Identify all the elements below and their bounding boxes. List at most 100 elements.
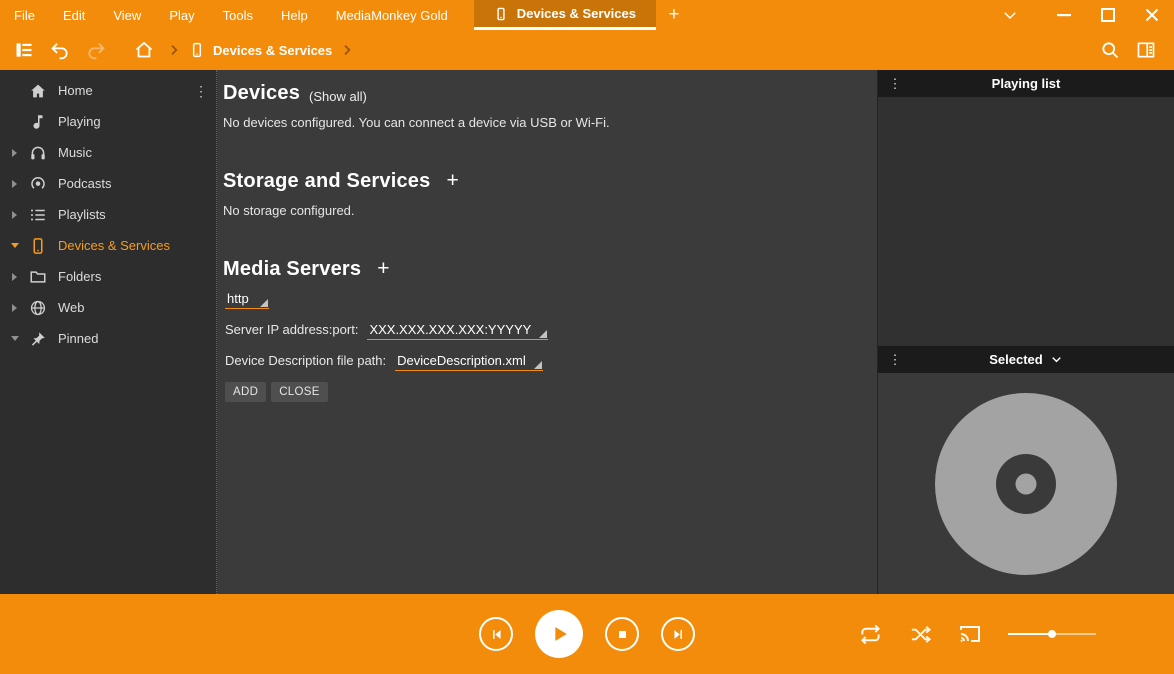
menu-help[interactable]: Help — [267, 0, 322, 30]
storage-empty-text: No storage configured. — [223, 203, 853, 218]
selected-menu-button[interactable]: ⋮ — [878, 353, 912, 366]
home-icon — [28, 81, 48, 101]
sidebar: Home ⋮ Playing Music — [0, 70, 217, 594]
menu-edit[interactable]: Edit — [49, 0, 99, 30]
server-ip-input[interactable]: XXX.XXX.XXX.XXX:YYYYY — [367, 322, 548, 340]
right-panel: ⋮ Playing list ⋮ Selected — [877, 70, 1174, 594]
chevron-right-icon[interactable] — [339, 42, 355, 58]
close-button[interactable] — [1130, 0, 1174, 30]
stop-icon — [616, 628, 629, 641]
menu-play[interactable]: Play — [155, 0, 208, 30]
play-button[interactable] — [535, 610, 583, 658]
add-button[interactable]: ADD — [225, 382, 266, 402]
home-button[interactable] — [128, 34, 160, 66]
sidebar-item-devices-services[interactable]: Devices & Services — [0, 230, 216, 261]
expand-arrow-icon — [12, 273, 17, 281]
globe-icon — [28, 298, 48, 318]
new-tab-button[interactable]: + — [656, 0, 692, 30]
pin-icon — [28, 329, 48, 349]
dropdown-arrow-icon — [260, 299, 268, 307]
protocol-select[interactable]: http — [225, 291, 269, 309]
sidebar-item-web[interactable]: Web — [0, 292, 216, 323]
undo-button[interactable] — [44, 34, 76, 66]
playing-list-body[interactable] — [878, 97, 1174, 346]
sidebar-item-playing[interactable]: Playing — [0, 106, 216, 137]
previous-track-button[interactable] — [479, 617, 513, 651]
cast-button[interactable] — [958, 622, 982, 646]
shuffle-button[interactable] — [908, 622, 932, 646]
playing-list-header: ⋮ Playing list — [878, 70, 1174, 97]
sidebar-item-folders[interactable]: Folders — [0, 261, 216, 292]
music-note-icon — [28, 112, 48, 132]
sidebar-item-home[interactable]: Home ⋮ — [0, 75, 216, 106]
chevron-down-icon — [1050, 353, 1063, 366]
show-all-link[interactable]: (Show all) — [309, 89, 367, 104]
chevron-right-icon — [166, 42, 182, 58]
selected-title-group[interactable]: Selected — [878, 352, 1174, 367]
playback-options — [858, 622, 1096, 646]
storage-section: Storage and Services + No storage config… — [223, 170, 853, 218]
folder-icon — [28, 267, 48, 287]
menu-tools[interactable]: Tools — [209, 0, 267, 30]
sidebar-item-music[interactable]: Music — [0, 137, 216, 168]
description-path-input[interactable]: DeviceDescription.xml — [395, 353, 543, 371]
close-button[interactable]: CLOSE — [271, 382, 328, 402]
minimize-button[interactable] — [1042, 0, 1086, 30]
device-icon — [494, 7, 508, 21]
minimize-icon — [1056, 7, 1072, 23]
selected-title: Selected — [989, 352, 1042, 367]
tab-label: Devices & Services — [517, 6, 636, 21]
tab-devices-services[interactable]: Devices & Services — [474, 0, 656, 30]
sidebar-item-playlists[interactable]: Playlists — [0, 199, 216, 230]
maximize-button[interactable] — [1086, 0, 1130, 30]
titlebar-controls — [988, 0, 1174, 30]
add-storage-button[interactable]: + — [446, 170, 458, 191]
dropdown-arrow-icon — [539, 330, 547, 338]
redo-button[interactable] — [80, 34, 112, 66]
player-bar — [0, 594, 1174, 674]
dropdown-arrow-icon — [534, 361, 542, 369]
layout-panels-icon — [1136, 40, 1156, 60]
repeat-icon — [859, 623, 882, 646]
next-track-button[interactable] — [661, 617, 695, 651]
playlist-icon — [28, 205, 48, 225]
add-media-server-button[interactable]: + — [377, 258, 389, 279]
media-servers-title: Media Servers — [223, 258, 361, 281]
media-servers-section: Media Servers + http Server IP address:p… — [223, 258, 853, 402]
sidebar-item-podcasts[interactable]: Podcasts — [0, 168, 216, 199]
node-options-button[interactable]: ⋮ — [194, 84, 208, 98]
volume-slider[interactable] — [1008, 629, 1096, 639]
sidebar-toggle-button[interactable] — [8, 34, 40, 66]
search-icon — [1100, 40, 1120, 60]
headphones-icon — [28, 143, 48, 163]
redo-icon — [86, 40, 106, 60]
collapse-arrow-icon — [11, 243, 19, 248]
repeat-button[interactable] — [858, 622, 882, 646]
mediamonkey-window: File Edit View Play Tools Help MediaMonk… — [0, 0, 1174, 674]
layout-panels-button[interactable] — [1130, 34, 1162, 66]
main-view: Devices (Show all) No devices configured… — [217, 70, 877, 594]
tab-list-button[interactable] — [988, 0, 1032, 30]
volume-track-empty — [1052, 633, 1096, 635]
shuffle-icon — [909, 623, 932, 646]
description-path-value: DeviceDescription.xml — [397, 353, 526, 368]
search-button[interactable] — [1094, 34, 1126, 66]
sidebar-item-label: Podcasts — [58, 176, 111, 191]
menu-file[interactable]: File — [0, 0, 49, 30]
breadcrumb-devices-services[interactable]: Devices & Services — [184, 42, 337, 58]
playing-list-menu-button[interactable]: ⋮ — [878, 77, 912, 90]
description-path-label: Device Description file path: — [225, 353, 386, 368]
cast-icon — [958, 622, 982, 646]
collapse-arrow-icon — [11, 336, 19, 341]
menu-mediamonkey-gold[interactable]: MediaMonkey Gold — [322, 0, 462, 30]
undo-icon — [50, 40, 70, 60]
volume-knob[interactable] — [1048, 630, 1056, 638]
playing-list-title: Playing list — [992, 76, 1061, 91]
protocol-value: http — [227, 291, 249, 306]
server-ip-value: XXX.XXX.XXX.XXX:YYYYY — [369, 322, 531, 337]
storage-title: Storage and Services — [223, 170, 430, 193]
menu-view[interactable]: View — [99, 0, 155, 30]
navigation-toolbar: Devices & Services — [0, 30, 1174, 70]
sidebar-item-pinned[interactable]: Pinned — [0, 323, 216, 354]
stop-button[interactable] — [605, 617, 639, 651]
